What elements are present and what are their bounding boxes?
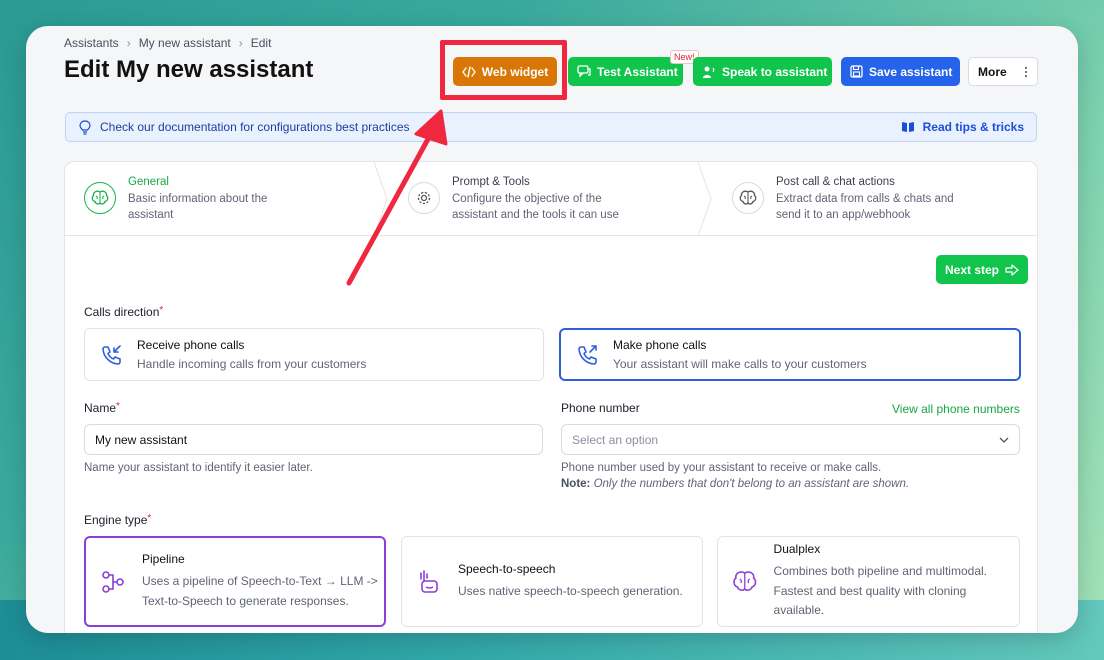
form-card: General Basic information about the assi… <box>64 161 1038 633</box>
note-label: Note: <box>561 478 591 490</box>
phone-help: Phone number used by your assistant to r… <box>561 460 909 492</box>
save-assistant-button[interactable]: Save assistant <box>841 57 960 86</box>
user-voice-icon <box>703 66 715 78</box>
required-marker: * <box>159 305 164 316</box>
view-phone-numbers-link[interactable]: View all phone numbers <box>892 402 1020 416</box>
engine-type-label: Engine type* <box>84 513 151 527</box>
step-title: General <box>128 176 169 188</box>
speech-to-speech-icon <box>420 569 438 593</box>
breadcrumb-edit: Edit <box>250 36 272 50</box>
calls-direction-label: Calls direction* <box>84 305 163 319</box>
option-title: Receive phone calls <box>137 338 245 352</box>
brain-icon <box>732 182 764 214</box>
speak-label: Speak to assistant <box>722 64 828 79</box>
engine-speech-option[interactable]: Speech-to-speech Uses native speech-to-s… <box>401 536 703 627</box>
step-title: Post call & chat actions <box>776 176 895 188</box>
phone-number-label: Phone number <box>561 401 640 415</box>
chevron-right-icon: › <box>238 36 243 50</box>
required-marker: * <box>116 401 120 412</box>
engine-pipeline-option[interactable]: Pipeline Uses a pipeline of Speech-to-Te… <box>84 536 386 627</box>
calls-direction-text: Calls direction <box>84 305 160 319</box>
option-title: Make phone calls <box>613 338 707 352</box>
step-desc: Basic information about the assistant <box>128 193 268 221</box>
page-title: Edit My new assistant <box>64 56 314 83</box>
app-window: Assistants › My new assistant › Edit Edi… <box>26 26 1078 633</box>
engine-desc: Uses a pipeline of Speech-to-Text → LLM … <box>142 574 378 608</box>
name-help: Name your assistant to identify it easie… <box>84 462 313 474</box>
brain-icon <box>84 182 116 214</box>
breadcrumb-assistant[interactable]: My new assistant <box>139 36 231 50</box>
note-text: Only the numbers that don't belong to an… <box>593 478 910 490</box>
make-calls-option[interactable]: Make phone calls Your assistant will mak… <box>559 328 1021 381</box>
required-marker: * <box>147 513 152 524</box>
next-step-label: Next step <box>944 262 1000 277</box>
chat-icon <box>577 65 591 78</box>
engine-desc: Combines both pipeline and multimodal. F… <box>773 564 987 618</box>
step-title: Prompt & Tools <box>452 176 530 188</box>
stepper: General Basic information about the assi… <box>65 162 1037 236</box>
step-post-call[interactable]: Post call & chat actions Extract data fr… <box>732 162 956 236</box>
phone-help-text: Phone number used by your assistant to r… <box>561 462 882 474</box>
read-tips-label: Read tips & tricks <box>922 120 1024 134</box>
option-desc: Your assistant will make calls to your c… <box>613 357 867 371</box>
step-general[interactable]: General Basic information about the assi… <box>84 162 308 236</box>
phone-incoming-icon <box>102 344 121 365</box>
lightbulb-icon <box>79 119 91 135</box>
engine-desc: Uses native speech-to-speech generation. <box>458 583 683 598</box>
name-label-text: Name <box>84 401 117 415</box>
phone-note: Note: Only the numbers that don't belong… <box>561 476 909 492</box>
name-label: Name* <box>84 401 120 415</box>
chevron-right-icon: › <box>126 36 131 50</box>
name-input[interactable]: My new assistant <box>84 424 543 455</box>
chevron-down-icon <box>999 437 1009 443</box>
next-step-button[interactable]: Next step <box>936 255 1028 284</box>
pipeline-icon <box>102 570 124 593</box>
step-prompt-tools[interactable]: Prompt & Tools Configure the objective o… <box>408 162 632 236</box>
more-label: More <box>978 64 1007 79</box>
breadcrumb-assistants[interactable]: Assistants <box>64 36 119 50</box>
engine-dualplex-option[interactable]: Dualplex Combines both pipeline and mult… <box>717 536 1020 627</box>
test-assistant-label: Test Assistant <box>597 64 678 79</box>
breadcrumb: Assistants › My new assistant › Edit <box>64 36 271 50</box>
engine-title: Dualplex <box>773 542 821 557</box>
select-placeholder: Select an option <box>572 432 659 447</box>
brain-icon <box>733 570 757 591</box>
phone-outgoing-icon <box>578 344 597 365</box>
step-divider <box>373 162 388 236</box>
tip-text: Check our documentation for configuratio… <box>100 120 410 134</box>
save-icon <box>850 65 863 78</box>
test-assistant-button[interactable]: Test Assistant <box>568 57 683 86</box>
highlight-box <box>440 40 567 100</box>
engine-title: Pipeline <box>142 552 185 566</box>
engine-label-text: Engine type <box>84 513 148 527</box>
gear-icon <box>408 182 440 214</box>
option-desc: Handle incoming calls from your customer… <box>137 357 367 371</box>
phone-number-select[interactable]: Select an option <box>561 424 1020 455</box>
step-desc: Extract data from calls & chats and send… <box>776 193 954 221</box>
save-label: Save assistant <box>869 64 953 79</box>
kebab-menu-icon <box>1024 66 1028 77</box>
receive-calls-option[interactable]: Receive phone calls Handle incoming call… <box>84 328 544 381</box>
arrow-right-icon <box>1005 263 1019 276</box>
book-icon <box>901 122 914 132</box>
speak-to-assistant-button[interactable]: Speak to assistant <box>693 57 832 86</box>
read-tips-link[interactable]: Read tips & tricks <box>901 120 1024 134</box>
step-divider <box>697 162 712 236</box>
more-button[interactable]: More <box>968 57 1038 86</box>
step-desc: Configure the objective of the assistant… <box>452 193 619 221</box>
tip-banner: Check our documentation for configuratio… <box>65 112 1037 142</box>
engine-title: Speech-to-speech <box>458 561 556 576</box>
